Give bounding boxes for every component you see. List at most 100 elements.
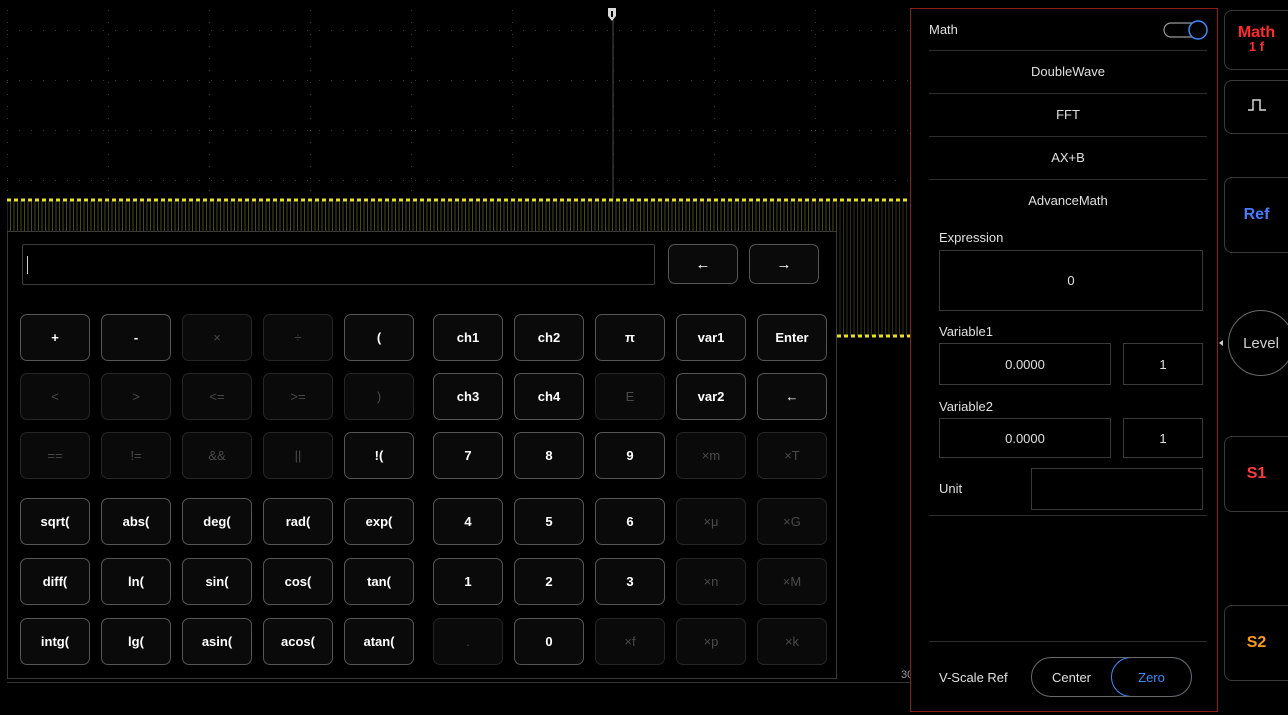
value-key[interactable]: ×M (757, 558, 827, 605)
s1-button[interactable]: S1 (1224, 436, 1288, 512)
value-key[interactable]: . (433, 618, 503, 665)
value-key[interactable]: ×k (757, 618, 827, 665)
value-key[interactable]: ×G (757, 498, 827, 545)
scope-grid (7, 10, 908, 200)
operator-key[interactable]: diff( (20, 558, 90, 605)
operator-key[interactable]: || (263, 432, 333, 479)
operator-key[interactable]: ) (344, 373, 414, 420)
expression-input[interactable] (22, 244, 655, 285)
operator-key[interactable]: lg( (101, 618, 171, 665)
text-caret (27, 256, 28, 274)
value-key[interactable]: var2 (676, 373, 746, 420)
vscale-zero-option[interactable]: Zero (1111, 658, 1191, 696)
value-key[interactable]: ch1 (433, 314, 503, 361)
math-toggle[interactable] (1163, 20, 1209, 40)
variable2-label: Variable2 (939, 399, 993, 414)
value-key[interactable]: ch4 (514, 373, 584, 420)
operator-key[interactable]: cos( (263, 558, 333, 605)
cursor-left-button[interactable]: ← (668, 244, 738, 284)
operator-key[interactable]: × (182, 314, 252, 361)
status-strip (7, 682, 910, 710)
operator-key[interactable]: < (20, 373, 90, 420)
value-key[interactable]: ×m (676, 432, 746, 479)
mode-fft[interactable]: FFT (929, 93, 1207, 137)
operator-key[interactable]: !( (344, 432, 414, 479)
math-label: Math (929, 22, 958, 37)
level-pointer-icon (1219, 340, 1223, 346)
value-key[interactable]: ×μ (676, 498, 746, 545)
expression-field[interactable]: 0 (939, 250, 1203, 311)
math-channel-button[interactable]: Math 1 f (1224, 10, 1288, 70)
value-key[interactable]: 1 (433, 558, 503, 605)
value-key[interactable]: ×p (676, 618, 746, 665)
math-channel-label: Math (1237, 24, 1276, 41)
operator-key[interactable]: tan( (344, 558, 414, 605)
operator-key[interactable]: == (20, 432, 90, 479)
variable1-label: Variable1 (939, 324, 993, 339)
vscale-ref-label: V-Scale Ref (939, 670, 1008, 685)
operator-key[interactable]: asin( (182, 618, 252, 665)
ref-button[interactable]: Ref (1224, 177, 1288, 253)
value-key[interactable]: 5 (514, 498, 584, 545)
value-key[interactable]: ×f (595, 618, 665, 665)
operator-key[interactable]: <= (182, 373, 252, 420)
operator-key[interactable]: deg( (182, 498, 252, 545)
operator-key[interactable]: intg( (20, 618, 90, 665)
pulse-waveform-icon (1247, 98, 1267, 117)
value-key[interactable]: 7 (433, 432, 503, 479)
expression-label: Expression (939, 230, 1004, 245)
operator-key[interactable]: != (101, 432, 171, 479)
operator-key[interactable]: sin( (182, 558, 252, 605)
operator-key[interactable]: acos( (263, 618, 333, 665)
mode-advancemath[interactable]: AdvanceMath (929, 179, 1207, 222)
operator-key[interactable]: ln( (101, 558, 171, 605)
unit-field[interactable] (1031, 468, 1203, 510)
pulse-button[interactable] (1224, 80, 1288, 134)
operator-key[interactable]: >= (263, 373, 333, 420)
operator-key[interactable]: && (182, 432, 252, 479)
divider (929, 641, 1207, 642)
operator-key[interactable]: ÷ (263, 314, 333, 361)
cursor-right-button[interactable]: → (749, 244, 819, 284)
value-key[interactable]: ch3 (433, 373, 503, 420)
operator-key[interactable]: > (101, 373, 171, 420)
variable2-value-field[interactable]: 0.0000 (939, 418, 1111, 458)
operator-key[interactable]: exp( (344, 498, 414, 545)
vscale-ref-selector: Center Zero (1031, 657, 1192, 697)
operator-key[interactable]: sqrt( (20, 498, 90, 545)
variable1-unit-field[interactable]: 1 (1123, 343, 1203, 385)
trigger-position-marker[interactable] (607, 8, 617, 22)
operator-key[interactable]: atan( (344, 618, 414, 665)
variable2-unit-field[interactable]: 1 (1123, 418, 1203, 458)
value-key[interactable]: Enter (757, 314, 827, 361)
operator-key[interactable]: rad( (263, 498, 333, 545)
math-settings-panel: Math DoubleWave FFT AX+B AdvanceMath Exp… (910, 8, 1218, 712)
unit-label: Unit (939, 481, 963, 496)
operator-key[interactable]: - (101, 314, 171, 361)
value-key[interactable]: 0 (514, 618, 584, 665)
value-key[interactable]: 6 (595, 498, 665, 545)
value-key[interactable]: 2 (514, 558, 584, 605)
value-key[interactable]: ← (757, 373, 827, 420)
math-channel-index: 1 f (1248, 39, 1265, 54)
operator-key[interactable]: ( (344, 314, 414, 361)
level-knob-button[interactable]: Level (1228, 310, 1288, 376)
mode-axb[interactable]: AX+B (929, 136, 1207, 180)
divider (929, 515, 1207, 516)
value-key[interactable]: ×n (676, 558, 746, 605)
variable1-value-field[interactable]: 0.0000 (939, 343, 1111, 385)
mode-doublewave[interactable]: DoubleWave (929, 50, 1207, 94)
value-key[interactable]: E (595, 373, 665, 420)
value-key[interactable]: var1 (676, 314, 746, 361)
value-key[interactable]: ch2 (514, 314, 584, 361)
value-key[interactable]: 8 (514, 432, 584, 479)
operator-key[interactable]: abs( (101, 498, 171, 545)
value-key[interactable]: 9 (595, 432, 665, 479)
value-key[interactable]: ×T (757, 432, 827, 479)
value-key[interactable]: π (595, 314, 665, 361)
value-key[interactable]: 4 (433, 498, 503, 545)
s2-button[interactable]: S2 (1224, 605, 1288, 681)
value-key[interactable]: 3 (595, 558, 665, 605)
operator-key[interactable]: + (20, 314, 90, 361)
vscale-center-option[interactable]: Center (1032, 658, 1111, 696)
